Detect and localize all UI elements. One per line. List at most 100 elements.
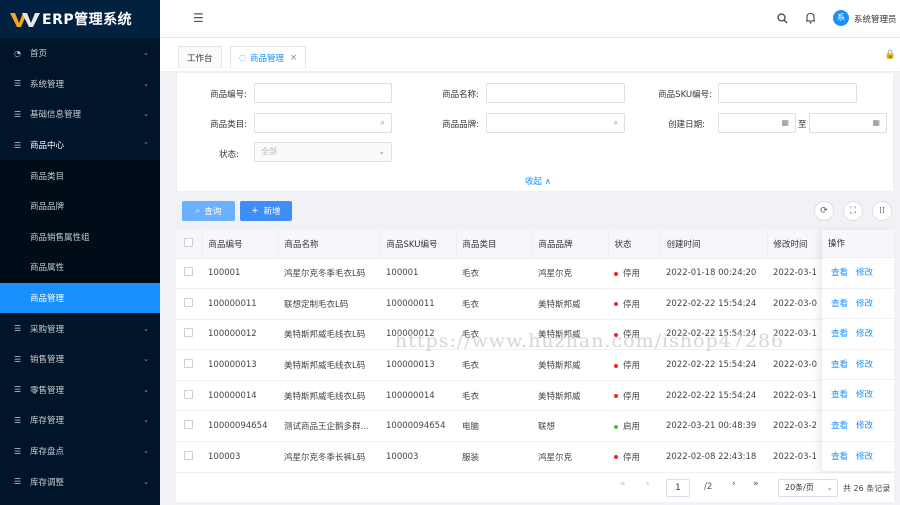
sidebar-subitem[interactable]: 商品管理 [0, 282, 160, 314]
sidebar-item[interactable]: ☰ 库存调整 ⌄ [0, 466, 160, 497]
sidebar-item[interactable]: ◔ 首页 ⌄ [0, 38, 160, 69]
sidebar-item[interactable]: ☰ 基础信息管理 ⌄ [0, 99, 160, 130]
tab-label: 商品管理 [249, 53, 284, 64]
avatar[interactable]: 系 [833, 10, 849, 26]
table-row[interactable]: 100001 鸿星尔克冬季毛衣L码 100001 毛衣 鸿星尔克 停用 2022-01-18… [176, 258, 894, 290]
table-row[interactable]: 10000094654 测试商品王企鹅多群... 10000094654 电脑 联想 启用… [176, 410, 894, 443]
row-checkbox[interactable] [184, 420, 193, 430]
cell-brand: 鸿星尔克 [532, 258, 608, 290]
column-settings-button[interactable]: ⁞⁞ [872, 201, 892, 221]
bell-icon[interactable] [805, 12, 816, 24]
product-code-input[interactable] [254, 83, 392, 103]
view-link[interactable]: 查看 [831, 421, 848, 431]
sidebar-item[interactable]: ☰ 销售管理 ⌄ [0, 344, 160, 375]
edit-link[interactable]: 修改 [856, 299, 873, 309]
search-icon[interactable] [777, 13, 788, 24]
ops-cell: 查看 修改 [822, 380, 894, 411]
edit-link[interactable]: 修改 [856, 360, 873, 370]
view-link[interactable]: 查看 [831, 299, 848, 309]
view-link[interactable]: 查看 [831, 360, 848, 370]
view-link[interactable]: 查看 [831, 452, 848, 462]
col-header: 商品编号 [202, 230, 279, 259]
next-page-icon[interactable]: › [732, 479, 736, 489]
row-checkbox[interactable] [184, 328, 193, 338]
sidebar-item-label: 基础信息管理 [30, 110, 82, 121]
col-header: 商品名称 [278, 230, 381, 259]
view-link[interactable]: 查看 [831, 268, 848, 278]
table-row[interactable]: 100000013 美特斯邦威毛线衣L码 100000013 毛衣 美特斯邦威 停用 202… [176, 349, 894, 381]
sidebar-item[interactable]: ☰ 库存管理 ⌄ [0, 405, 160, 436]
ops-cell: 查看 修改 [822, 411, 894, 442]
row-checkbox[interactable] [184, 267, 193, 277]
table-row[interactable]: 100003 鸿星尔克冬季长裤L码 100003 服装 鸿星尔克 停用 2022-02-08… [176, 441, 894, 473]
edit-link[interactable]: 修改 [856, 390, 873, 400]
fullscreen-button[interactable]: ⛶ [843, 201, 863, 221]
sidebar-item[interactable]: ☰ 商品中心 ⌃ [0, 130, 160, 161]
refresh-button[interactable]: ⟳ [814, 201, 834, 221]
sidebar-subitem[interactable]: 商品品牌 [0, 190, 160, 222]
sidebar-subitem[interactable]: 商品销售属性组 [0, 221, 160, 253]
status-dot [614, 424, 618, 429]
end-date-input[interactable]: ▦ [809, 113, 887, 133]
sidebar-subitem[interactable]: 商品类目 [0, 160, 160, 191]
product-category-input[interactable]: ⌕ [254, 113, 392, 133]
close-icon[interactable]: × [290, 53, 297, 63]
col-header: 状态 [608, 230, 661, 259]
query-button[interactable]: ⌕ 查询 [182, 201, 235, 221]
row-checkbox[interactable] [184, 359, 193, 369]
sidebar-item[interactable]: ☰ 库存盘点 ⌄ [0, 436, 160, 467]
sidebar-item[interactable]: ☰ 零售管理 ⌄ [0, 375, 160, 406]
add-button[interactable]: + 新增 [240, 201, 292, 221]
status-text: 停用 [623, 391, 641, 402]
sidebar-item[interactable]: ☰ 系统管理 ⌄ [0, 69, 160, 100]
row-checkbox[interactable] [184, 389, 193, 399]
view-link[interactable]: 查看 [831, 329, 848, 339]
ops-cell: 查看 修改 [822, 319, 894, 350]
first-page-icon[interactable]: « [620, 479, 626, 489]
edit-link[interactable]: 修改 [856, 452, 873, 462]
prev-page-icon[interactable]: ‹ [646, 479, 650, 489]
sidebar-item[interactable]: ☰ 采购管理 ⌄ [0, 313, 160, 344]
cell-status: 启用 [608, 410, 660, 443]
sidebar-subitem[interactable]: 商品属性 [0, 252, 160, 283]
user-name[interactable]: 系统管理员 [854, 13, 897, 25]
cell-category: 电脑 [456, 410, 532, 443]
cell-created: 2022-01-18 00:24:20 [660, 258, 767, 290]
cell-category: 毛衣 [456, 349, 532, 381]
chevron-down-icon: ⌄ [143, 385, 149, 394]
product-sku-input[interactable] [718, 83, 857, 103]
product-name-input[interactable] [486, 83, 625, 103]
start-date-input[interactable]: ▦ [718, 113, 796, 133]
status-select[interactable]: 全部 ⌄ [254, 142, 392, 162]
sidebar: ERP管理系统 ◔ 首页 ⌄ ☰ 系统管理 ⌄ ☰ 基础信息管理 ⌄ ☰ 商品中心 ⌃ 商品类目 商品品牌… [0, 0, 160, 505]
chevron-up-icon: ∧ [542, 177, 551, 187]
row-checkbox[interactable] [184, 450, 193, 460]
app-logo[interactable]: ERP管理系统 [0, 0, 160, 38]
cell-created: 2022-02-08 22:43:18 [660, 441, 767, 473]
tab-workbench[interactable]: 工作台 [178, 46, 222, 68]
page-size-value: 20条/页 [785, 483, 814, 492]
cell-category: 毛衣 [456, 258, 532, 290]
cell-code: 100000013 [202, 349, 278, 381]
row-checkbox[interactable] [184, 297, 193, 307]
chevron-down-icon: ⌄ [143, 477, 149, 486]
product-brand-input[interactable]: ⌕ [486, 113, 625, 133]
edit-link[interactable]: 修改 [856, 268, 873, 278]
tab-product-management[interactable]: ◌ 商品管理 × [230, 46, 307, 68]
sidebar-item-label: 首页 [30, 49, 48, 60]
edit-link[interactable]: 修改 [856, 329, 873, 339]
table-row[interactable]: 100000011 联想定制毛衣L码 100000011 毛衣 美特斯邦威 停用 2022-… [176, 288, 894, 320]
edit-link[interactable]: 修改 [856, 421, 873, 431]
page-size-select[interactable]: 20条/页 ⌄ [778, 479, 838, 497]
dashboard-icon: ◔ [14, 48, 21, 58]
chevron-down-icon: ⌄ [143, 49, 149, 58]
last-page-icon[interactable]: » [753, 479, 759, 489]
lock-icon[interactable]: 🔒 [885, 50, 896, 60]
select-all-checkbox[interactable] [184, 237, 193, 247]
table-row[interactable]: 100000014 美特斯邦威毛线衣L码 100000014 毛衣 美特斯邦威 停用 202… [176, 380, 894, 412]
cell-name: 美特斯邦威毛线衣L码 [278, 349, 380, 381]
view-link[interactable]: 查看 [831, 390, 848, 400]
menu-fold-icon[interactable]: ☰ [193, 11, 204, 25]
collapse-link[interactable]: 收起 ∧ [525, 175, 551, 187]
page-input[interactable]: 1 [666, 479, 690, 497]
